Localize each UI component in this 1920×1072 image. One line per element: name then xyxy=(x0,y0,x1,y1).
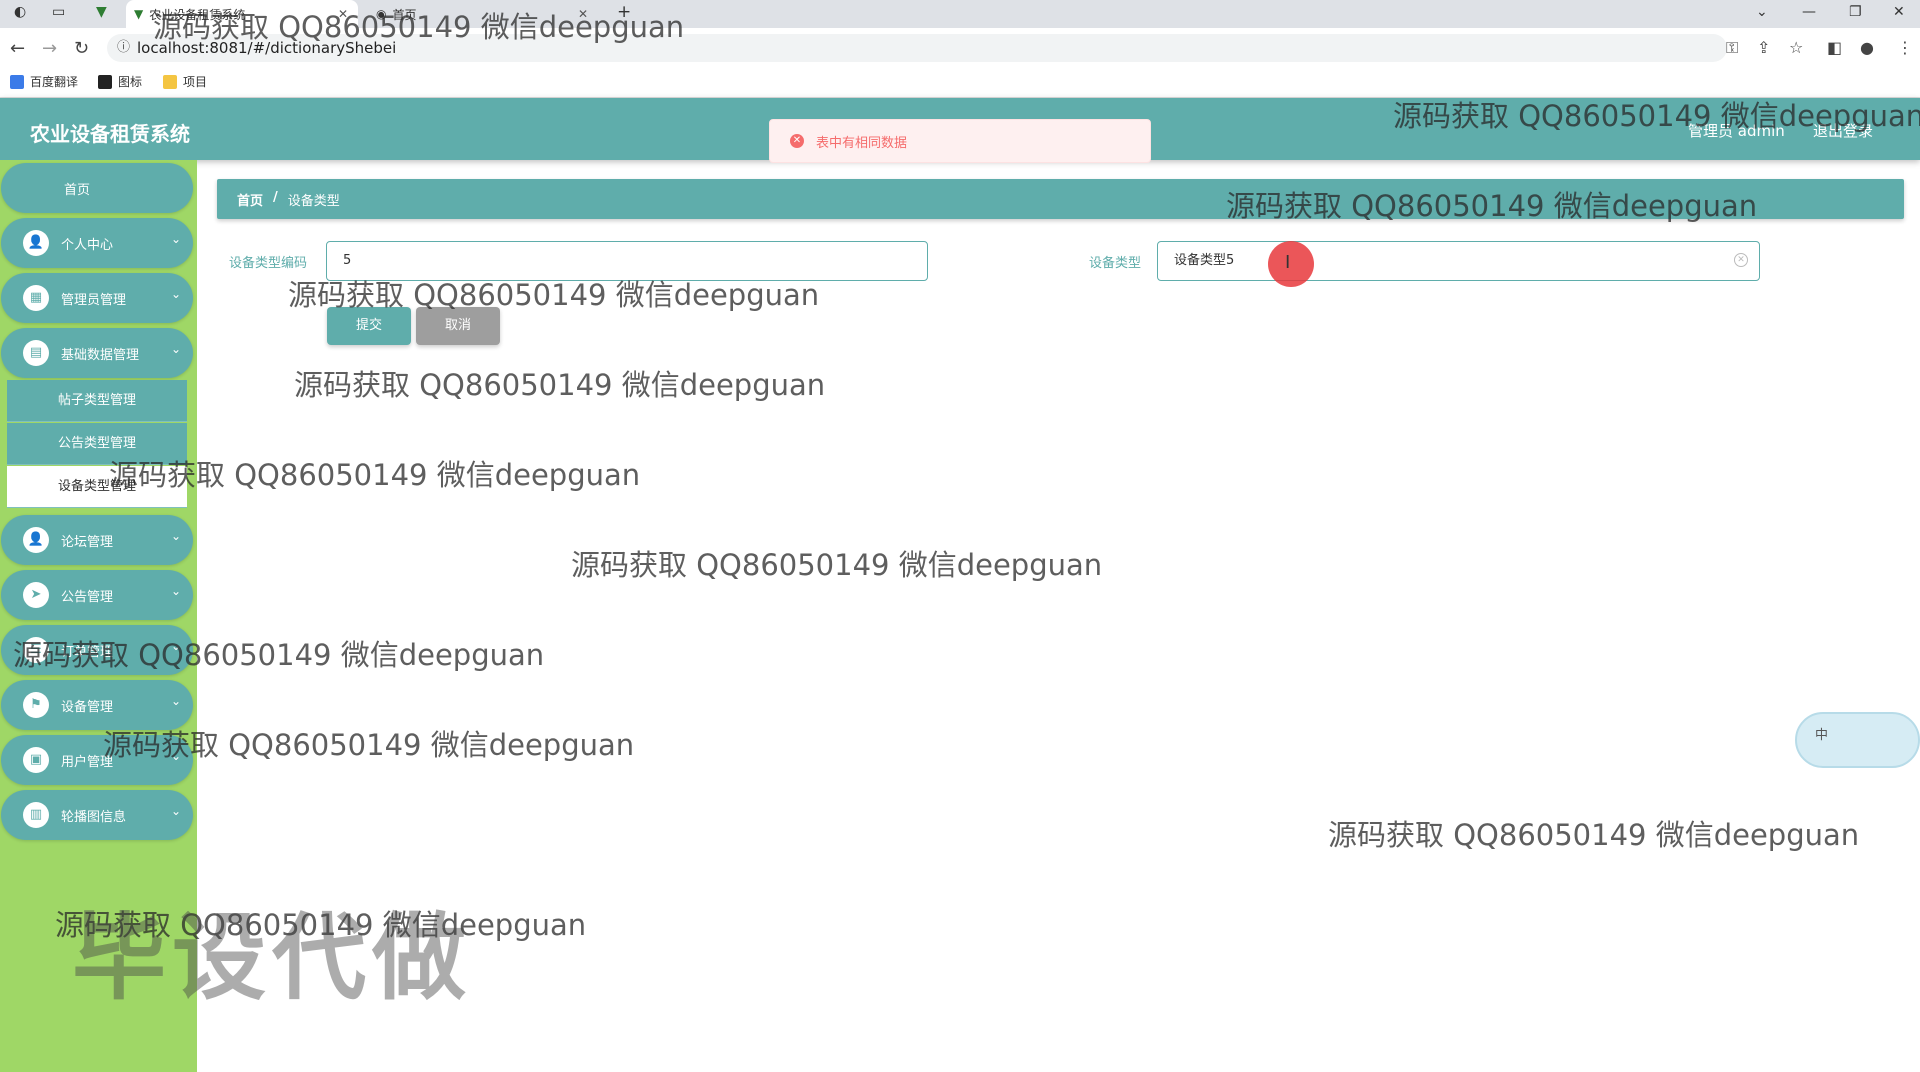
vue-logo-icon: ▼ xyxy=(134,7,144,21)
watermark: 源码获取 QQ86050149 微信deepguan xyxy=(1328,818,1860,852)
watermark-stamp: 毕设代做 xyxy=(72,904,473,1013)
sidebar-item-carousel[interactable]: ▥ 轮播图信息 ⌄ xyxy=(1,790,193,840)
forward-icon[interactable]: → xyxy=(42,38,57,59)
grid-icon: ▦ xyxy=(23,285,49,311)
sidebar-item-admins[interactable]: ▦ 管理员管理 ⌄ xyxy=(1,273,193,323)
watermark: 源码获取 QQ86050149 微信deepguan xyxy=(1226,189,1758,223)
chevron-down-icon: ⌄ xyxy=(170,694,181,708)
sidebar-subitem-label: 帖子类型管理 xyxy=(57,393,136,408)
chevron-down-icon: ⌄ xyxy=(170,584,181,598)
sidebar-item-home[interactable]: 首页 xyxy=(1,163,193,213)
error-toast: ✕ 表中有相同数据 xyxy=(769,119,1151,163)
star-icon[interactable]: ☆ xyxy=(1789,38,1803,57)
restore-icon[interactable]: ❐ xyxy=(1849,4,1862,20)
chevron-down-icon: ⌄ xyxy=(170,287,181,301)
chevron-down-icon: ⌄ xyxy=(170,804,181,818)
key-icon[interactable]: ⚿ xyxy=(1726,38,1738,58)
bookmark-label: 项目 xyxy=(183,75,208,89)
info-icon[interactable]: ⓘ xyxy=(117,34,130,62)
watermark: 源码获取 QQ86050149 微信deepguan xyxy=(288,278,820,312)
sidepanel-icon[interactable]: ◧ xyxy=(1827,38,1842,57)
sidebar-item-label: 基础数据管理 xyxy=(61,348,140,363)
bookmark-item[interactable]: 图标 xyxy=(98,73,142,90)
sidebar-item-label: 公告管理 xyxy=(61,590,114,605)
ime-label: 中 xyxy=(1815,728,1829,743)
share-icon[interactable]: ⇪ xyxy=(1757,38,1770,57)
sidebar-item-profile[interactable]: 👤 个人中心 ⌄ xyxy=(1,218,193,268)
back-icon[interactable]: ← xyxy=(10,38,25,59)
sidebar-item-basedata[interactable]: ▤ 基础数据管理 ⌄ xyxy=(1,328,193,378)
reload-icon[interactable]: ↻ xyxy=(74,38,89,59)
error-icon: ✕ xyxy=(790,134,804,148)
sidebar-item-label: 管理员管理 xyxy=(61,293,127,308)
profile-icon[interactable]: ● xyxy=(1860,38,1874,57)
watermark: 源码获取 QQ86050149 微信deepguan xyxy=(1393,99,1920,133)
sidebar-item-label: 个人中心 xyxy=(61,238,114,253)
more-icon[interactable]: ⋮ xyxy=(1897,38,1913,57)
chevron-down-icon[interactable]: ⌄ xyxy=(1756,4,1768,20)
close-window-icon[interactable]: ✕ xyxy=(1893,4,1905,20)
cursor-highlight xyxy=(1268,241,1314,287)
type-input[interactable]: 设备类型5 xyxy=(1157,241,1760,281)
folder-icon xyxy=(163,74,177,89)
watermark: 源码获取 QQ86050149 微信deepguan xyxy=(571,548,1103,582)
watermark: 源码获取 QQ86050149 微信deepguan xyxy=(294,368,826,402)
watermark: 源码获取 QQ86050149 微信deepguan xyxy=(103,728,635,762)
app-title: 农业设备租赁系统 xyxy=(30,122,190,146)
minimize-icon[interactable]: — xyxy=(1802,4,1816,20)
watermark: 源码获取 QQ86050149 微信deepguan xyxy=(13,638,545,672)
sidebar-subitem-post-types[interactable]: 帖子类型管理 xyxy=(7,380,187,422)
sidebar-item-forum[interactable]: 👤 论坛管理 ⌄ xyxy=(1,515,193,565)
clear-icon[interactable]: ✕ xyxy=(1734,253,1748,267)
flag-icon: ⚑ xyxy=(23,692,49,718)
sidebar-item-label: 首页 xyxy=(63,183,90,198)
breadcrumb: 首页 / 设备类型 xyxy=(237,190,340,209)
chevron-down-icon: ⌄ xyxy=(170,529,181,543)
sidebar-item-label: 论坛管理 xyxy=(61,535,114,550)
watermark: 源码获取 QQ86050149 微信deepguan xyxy=(109,458,641,492)
clipboard-icon: ▥ xyxy=(23,802,49,828)
translate-icon xyxy=(10,74,24,89)
chart-icon: ▤ xyxy=(23,340,49,366)
browser-menu-icon[interactable]: ◐ xyxy=(14,4,26,20)
ime-widget[interactable]: 中 xyxy=(1795,712,1920,768)
vue-logo-icon: ▼ xyxy=(96,4,107,20)
breadcrumb-home[interactable]: 首页 xyxy=(237,190,263,209)
text-cursor-icon: I xyxy=(1285,252,1291,273)
bookmark-item[interactable]: 百度翻译 xyxy=(10,73,78,90)
sidebar-item-notices[interactable]: ➤ 公告管理 ⌄ xyxy=(1,570,193,620)
user-icon: 👤 xyxy=(23,527,49,553)
image-icon xyxy=(98,74,112,89)
briefcase-icon: ▣ xyxy=(23,747,49,773)
watermark: 源码获取 QQ86050149 微信deepguan xyxy=(153,10,685,44)
send-icon: ➤ xyxy=(23,582,49,608)
breadcrumb-current: 设备类型 xyxy=(287,194,340,209)
breadcrumb-separator: / xyxy=(273,190,278,205)
bookmark-label: 百度翻译 xyxy=(30,75,79,89)
type-label: 设备类型 xyxy=(1089,256,1142,271)
tab-grid-icon[interactable]: ▭ xyxy=(52,4,65,20)
sidebar-item-label: 设备管理 xyxy=(61,700,114,715)
user-icon: 👤 xyxy=(23,230,49,256)
bookmark-label: 图标 xyxy=(118,75,143,89)
bookmark-item[interactable]: 项目 xyxy=(163,73,207,90)
toast-message: 表中有相同数据 xyxy=(816,135,908,151)
sidebar-item-label: 轮播图信息 xyxy=(61,810,127,825)
screen: ◐ ▭ ▼ ▼ 农业设备租赁系统 ✕ ◉ 首页 ✕ + ⌄ — ❐ ✕ ← → … xyxy=(0,0,1920,1072)
chevron-down-icon: ⌄ xyxy=(170,342,181,356)
code-label: 设备类型编码 xyxy=(229,256,308,271)
chevron-down-icon: ⌄ xyxy=(170,232,181,246)
